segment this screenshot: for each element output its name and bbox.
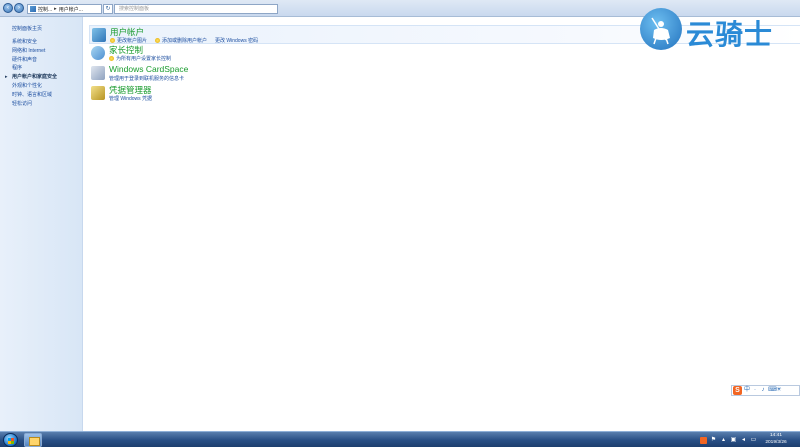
category-credential-manager: 凭据管理器 管理 Windows 凭据 [89, 84, 800, 103]
system-tray: ⚑ ▴ ▣ ◂ ▭ [700, 435, 757, 445]
breadcrumb[interactable]: 控制... ▸ 用户帐户... [27, 4, 102, 14]
users-icon [92, 28, 106, 42]
refresh-button[interactable]: ↻ [103, 4, 113, 14]
category-links: 管理 Windows 凭据 [109, 95, 152, 102]
sogou-icon[interactable]: S [733, 386, 742, 395]
nav-item-network[interactable]: 网络和 Internet [12, 47, 57, 56]
shield-icon [110, 37, 115, 43]
network-icon[interactable]: ▣ [730, 437, 737, 444]
main-content: 用户帐户 更改帐户图片 添加或删除用户帐户 更改 Windows 密码 家长控制… [84, 17, 800, 431]
credential-manager-icon [91, 86, 105, 100]
moon-icon[interactable]: ♪ [760, 387, 766, 394]
watermark-text: 云骑士 [686, 19, 774, 50]
category-links: 管理用于登录到联机服务的信息卡 [109, 75, 184, 82]
volume-icon[interactable]: ◂ [740, 437, 747, 444]
forward-button[interactable]: › [14, 3, 24, 13]
change-password-link[interactable]: 更改 Windows 密码 [215, 37, 258, 44]
punctuation-icon[interactable]: · [752, 387, 758, 394]
search-placeholder: 搜索控制面板 [119, 6, 150, 12]
clock-date: 2019/3/26 [765, 439, 787, 445]
ime-toolbar[interactable]: S 中 · ♪ ⌨ ☀ [731, 385, 800, 396]
left-nav: 控制面板主页 系统和安全 网络和 Internet 硬件和声音 程序 用户帐户和… [0, 17, 83, 431]
back-button[interactable]: ‹ [3, 3, 13, 13]
nav-item-programs[interactable]: 程序 [12, 64, 57, 73]
breadcrumb-item[interactable]: 用户帐户... [59, 6, 83, 13]
cardspace-icon [91, 66, 105, 80]
search-input[interactable]: 搜索控制面板 [114, 4, 278, 14]
breadcrumb-item[interactable]: 控制... [38, 6, 52, 13]
add-remove-accounts-link[interactable]: 添加或删除用户帐户 [155, 37, 207, 44]
nav-home-link[interactable]: 控制面板主页 [12, 25, 42, 32]
skin-icon[interactable]: ☀ [776, 387, 782, 394]
arrow-up-icon[interactable]: ▴ [720, 437, 727, 444]
category-title[interactable]: Windows CardSpace [109, 64, 188, 74]
category-links: 更改帐户图片 添加或删除用户帐户 更改 Windows 密码 [110, 37, 258, 44]
taskbar: ⚑ ▴ ▣ ◂ ▭ 14:41 2019/3/26 [0, 431, 800, 447]
nav-list: 系统和安全 网络和 Internet 硬件和声音 程序 用户帐户和家庭安全 外观… [5, 38, 57, 109]
flag-icon[interactable]: ⚑ [710, 437, 717, 444]
knight-icon [651, 17, 670, 45]
shield-icon [155, 37, 161, 43]
parental-setup-link[interactable]: 为所有用户设置家长控制 [109, 55, 171, 62]
parental-control-icon [91, 46, 105, 60]
watermark-logo: 云骑士 [640, 6, 780, 52]
taskbar-explorer-button[interactable] [24, 433, 42, 447]
knight-logo-icon [640, 8, 682, 50]
category-cardspace: Windows CardSpace 管理用于登录到联机服务的信息卡 [89, 64, 800, 83]
category-links: 为所有用户设置家长控制 [109, 55, 171, 62]
nav-item-clock-language[interactable]: 时钟、语言和区域 [12, 91, 57, 100]
ime-mode-icon[interactable]: 中 [744, 387, 750, 394]
nav-item-hardware-sound[interactable]: 硬件和声音 [12, 56, 57, 65]
sogou-tray-icon[interactable] [700, 436, 707, 444]
manage-cards-link[interactable]: 管理用于登录到联机服务的信息卡 [109, 75, 184, 82]
breadcrumb-separator: ▸ [54, 6, 57, 12]
nav-item-ease-of-access[interactable]: 轻松访问 [12, 100, 57, 109]
clock[interactable]: 14:41 2019/3/26 [756, 433, 796, 446]
nav-item-user-accounts[interactable]: 用户帐户和家庭安全 [5, 73, 57, 82]
control-panel-icon [30, 6, 36, 12]
nav-item-system-security[interactable]: 系统和安全 [12, 38, 57, 47]
manage-credentials-link[interactable]: 管理 Windows 凭据 [109, 95, 152, 102]
shield-icon [109, 55, 114, 61]
change-picture-link[interactable]: 更改帐户图片 [110, 37, 147, 44]
start-button[interactable] [3, 433, 18, 447]
keyboard-icon[interactable]: ⌨ [768, 387, 777, 394]
nav-item-appearance[interactable]: 外观和个性化 [12, 82, 57, 91]
